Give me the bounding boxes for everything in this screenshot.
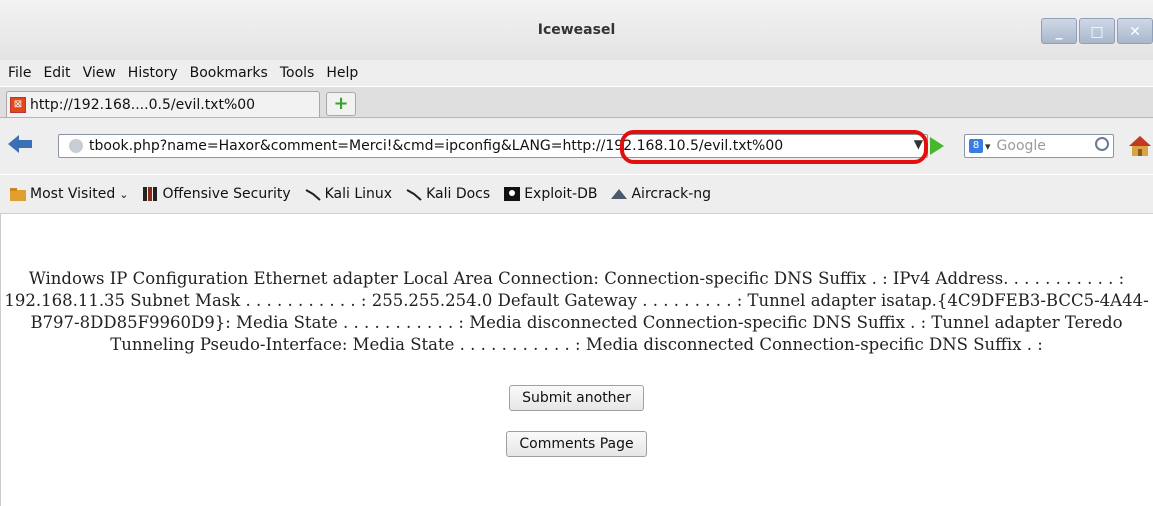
bookmark-label: Most Visited <box>30 186 116 202</box>
navigation-toolbar: tbook.php?name=Haxor&comment=Merci!&cmd=… <box>0 118 1153 174</box>
minimize-icon[interactable]: _ <box>1041 18 1077 44</box>
command-output-text: Windows IP Configuration Ethernet adapte… <box>4 269 1149 354</box>
bookmark-most-visited[interactable]: Most Visited ⌄ <box>10 186 128 202</box>
exploitdb-icon <box>504 187 521 201</box>
menu-help[interactable]: Help <box>326 65 358 81</box>
bookmark-offensive-security[interactable]: Offensive Security <box>142 186 291 202</box>
tab-active[interactable]: ⊠ http://192.168....0.5/evil.txt%00 <box>6 91 320 117</box>
bookmarks-toolbar: Most Visited ⌄ Offensive Security Kali L… <box>0 175 1153 214</box>
menu-edit[interactable]: Edit <box>43 65 70 81</box>
bookmark-label: Kali Docs <box>426 186 491 202</box>
chevron-down-icon[interactable]: ▾ <box>985 140 991 153</box>
tab-bar: ⊠ http://192.168....0.5/evil.txt%00 + <box>0 87 1153 118</box>
home-icon[interactable] <box>1128 134 1152 158</box>
kali-icon <box>406 187 422 201</box>
submit-button-wrapper: Submit another <box>0 385 1153 411</box>
comments-page-button[interactable]: Comments Page <box>506 431 647 457</box>
comments-button-wrapper: Comments Page <box>0 431 1153 457</box>
bookmark-label: Aircrack-ng <box>631 186 712 202</box>
search-placeholder: Google <box>996 138 1046 154</box>
tab-label: http://192.168....0.5/evil.txt%00 <box>30 96 256 113</box>
window-controls: _ □ ✕ <box>1039 18 1153 44</box>
search-engine-icon[interactable]: 8 <box>969 139 983 153</box>
bookmark-exploit-db[interactable]: Exploit-DB <box>504 186 597 202</box>
page-content: Windows IP Configuration Ethernet adapte… <box>0 268 1153 457</box>
go-arrow-icon[interactable] <box>930 137 944 155</box>
menu-bookmarks[interactable]: Bookmarks <box>190 65 268 81</box>
maximize-icon[interactable]: □ <box>1079 18 1115 44</box>
folder-icon <box>10 187 26 201</box>
menu-history[interactable]: History <box>128 65 178 81</box>
bookmark-kali-linux[interactable]: Kali Linux <box>305 186 392 202</box>
new-tab-plus-icon[interactable]: + <box>326 92 356 116</box>
bookmark-aircrack-ng[interactable]: Aircrack-ng <box>611 186 711 202</box>
close-icon[interactable]: ✕ <box>1117 18 1153 44</box>
url-highlight-annotation <box>620 130 928 164</box>
site-identity-icon[interactable] <box>69 139 83 153</box>
chevron-down-icon: ⌄ <box>119 187 129 201</box>
menu-file[interactable]: File <box>8 65 31 81</box>
window-titlebar: Iceweasel _ □ ✕ <box>0 0 1153 60</box>
bookmark-kali-docs[interactable]: Kali Docs <box>406 186 490 202</box>
menu-view[interactable]: View <box>83 65 116 81</box>
bookmark-label: Exploit-DB <box>524 186 598 202</box>
page-favicon-icon: ⊠ <box>10 96 26 113</box>
kali-icon <box>305 187 321 201</box>
menu-tools[interactable]: Tools <box>280 65 315 81</box>
back-arrow-icon[interactable] <box>8 134 38 156</box>
bookmark-label: Kali Linux <box>324 186 393 202</box>
submit-another-button[interactable]: Submit another <box>509 385 644 411</box>
search-bar[interactable]: 8 ▾ Google <box>964 134 1114 158</box>
menubar: File Edit View History Bookmarks Tools H… <box>0 60 1153 86</box>
bookmark-label: Offensive Security <box>162 186 291 202</box>
window-title: Iceweasel <box>537 22 616 38</box>
aircrack-icon <box>611 187 628 201</box>
offsec-icon <box>142 187 158 201</box>
search-icon[interactable] <box>1095 137 1109 151</box>
